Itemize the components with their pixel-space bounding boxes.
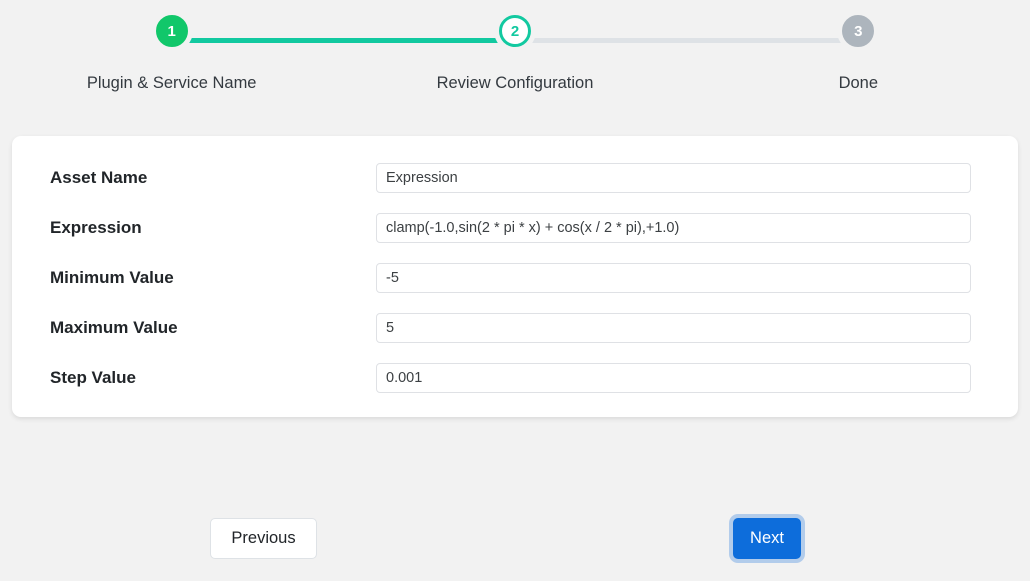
configuration-card: Asset Name Expression Minimum Value Maxi… — [12, 136, 1018, 417]
field-expression — [376, 213, 994, 243]
maximum-value-input[interactable] — [376, 313, 971, 343]
field-maximum-value — [376, 313, 994, 343]
expression-input[interactable] — [376, 213, 971, 243]
step-value-input[interactable] — [376, 363, 971, 393]
step-1-circle-wrap: 1 — [0, 0, 343, 62]
previous-button[interactable]: Previous — [210, 518, 317, 559]
step-1-number-badge: 1 — [156, 15, 188, 47]
form-row-expression: Expression — [36, 213, 994, 243]
label-maximum-value: Maximum Value — [36, 318, 376, 338]
form-row-minimum-value: Minimum Value — [36, 263, 994, 293]
wizard-stepper: 1 Plugin & Service Name 2 Review Configu… — [0, 0, 1030, 103]
asset-name-input[interactable] — [376, 163, 971, 193]
field-asset-name — [376, 163, 994, 193]
field-step-value — [376, 363, 994, 393]
label-step-value: Step Value — [36, 368, 376, 388]
form-row-step-value: Step Value — [36, 363, 994, 393]
step-2-circle-wrap: 2 — [343, 0, 686, 62]
step-3-number-badge: 3 — [842, 15, 874, 47]
step-1-label: Plugin & Service Name — [0, 74, 343, 93]
next-button[interactable]: Next — [733, 518, 801, 559]
step-3-label: Done — [687, 74, 1030, 93]
step-2-label: Review Configuration — [343, 74, 686, 93]
step-2[interactable]: 2 Review Configuration — [343, 0, 686, 93]
label-asset-name: Asset Name — [36, 168, 376, 188]
form-row-maximum-value: Maximum Value — [36, 313, 994, 343]
field-minimum-value — [376, 263, 994, 293]
label-minimum-value: Minimum Value — [36, 268, 376, 288]
step-3[interactable]: 3 Done — [687, 0, 1030, 93]
minimum-value-input[interactable] — [376, 263, 971, 293]
form-row-asset-name: Asset Name — [36, 163, 994, 193]
step-1[interactable]: 1 Plugin & Service Name — [0, 0, 343, 93]
label-expression: Expression — [36, 218, 376, 238]
step-2-number-badge: 2 — [499, 15, 531, 47]
wizard-footer: Previous Next — [0, 516, 1030, 561]
step-3-circle-wrap: 3 — [687, 0, 1030, 62]
